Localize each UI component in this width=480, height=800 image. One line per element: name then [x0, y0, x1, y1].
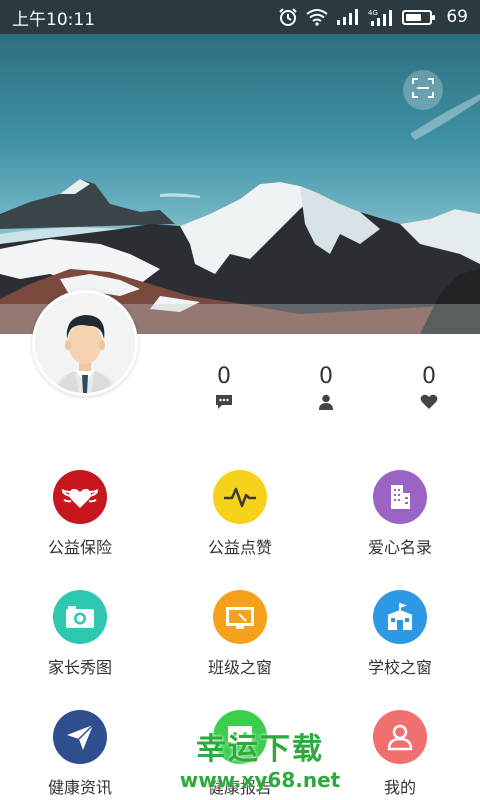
- chalkboard-icon: [213, 590, 267, 644]
- signal-icon: [336, 9, 360, 25]
- stat-followers-value: 0: [319, 364, 333, 389]
- person-icon: [318, 394, 334, 414]
- scan-icon: [411, 76, 435, 104]
- menu-item-health-news[interactable]: 健康资讯: [0, 710, 160, 798]
- menu-item-mine[interactable]: 我的: [320, 710, 480, 798]
- heart-icon: [420, 394, 438, 414]
- pulse-icon: [213, 470, 267, 524]
- menu-item-school-window[interactable]: 学校之窗: [320, 590, 480, 678]
- avatar[interactable]: [32, 290, 138, 396]
- battery-icon: [402, 9, 436, 25]
- school-icon: [373, 590, 427, 644]
- stat-likes[interactable]: 0: [399, 364, 459, 414]
- menu-label: 班级之窗: [207, 658, 272, 677]
- svg-text:4G: 4G: [368, 9, 378, 17]
- status-icons: 4G 69: [278, 7, 468, 27]
- menu-label: 公益保险: [47, 538, 112, 557]
- message-icon: [215, 394, 233, 414]
- wifi-icon: [306, 8, 328, 26]
- menu-label: 爱心名录: [367, 538, 432, 557]
- menu-label: 健康资讯: [47, 778, 112, 797]
- stat-followers[interactable]: 0: [296, 364, 356, 414]
- menu-item-likes[interactable]: 公益点赞: [160, 470, 320, 558]
- menu-label: 我的: [383, 778, 416, 797]
- chat-icon: [213, 710, 267, 764]
- menu-item-health-report[interactable]: 健康报告: [160, 710, 320, 798]
- stat-messages[interactable]: 0: [194, 364, 254, 414]
- menu-item-class-window[interactable]: 班级之窗: [160, 590, 320, 678]
- signal-4g-icon: 4G: [368, 8, 394, 26]
- menu-label: 家长秀图: [47, 658, 112, 677]
- menu-label: 健康报告: [207, 778, 272, 797]
- menu-item-parent-photos[interactable]: 家长秀图: [0, 590, 160, 678]
- scan-button[interactable]: [403, 70, 443, 110]
- stat-messages-value: 0: [217, 364, 231, 389]
- battery-level: 69: [446, 7, 468, 27]
- camera-icon: [53, 590, 107, 644]
- stat-likes-value: 0: [422, 364, 436, 389]
- status-time: 上午10:11: [12, 9, 95, 30]
- menu-item-donors[interactable]: 爱心名录: [320, 470, 480, 558]
- paper-plane-icon: [53, 710, 107, 764]
- status-bar: 上午10:11 4G 69: [0, 0, 480, 34]
- menu-item-insurance[interactable]: 公益保险: [0, 470, 160, 558]
- user-icon: [373, 710, 427, 764]
- menu-label: 学校之窗: [367, 658, 432, 677]
- alarm-icon: [278, 7, 298, 27]
- menu-label: 公益点赞: [207, 538, 272, 557]
- heart-wings-icon: [53, 470, 107, 524]
- building-icon: [373, 470, 427, 524]
